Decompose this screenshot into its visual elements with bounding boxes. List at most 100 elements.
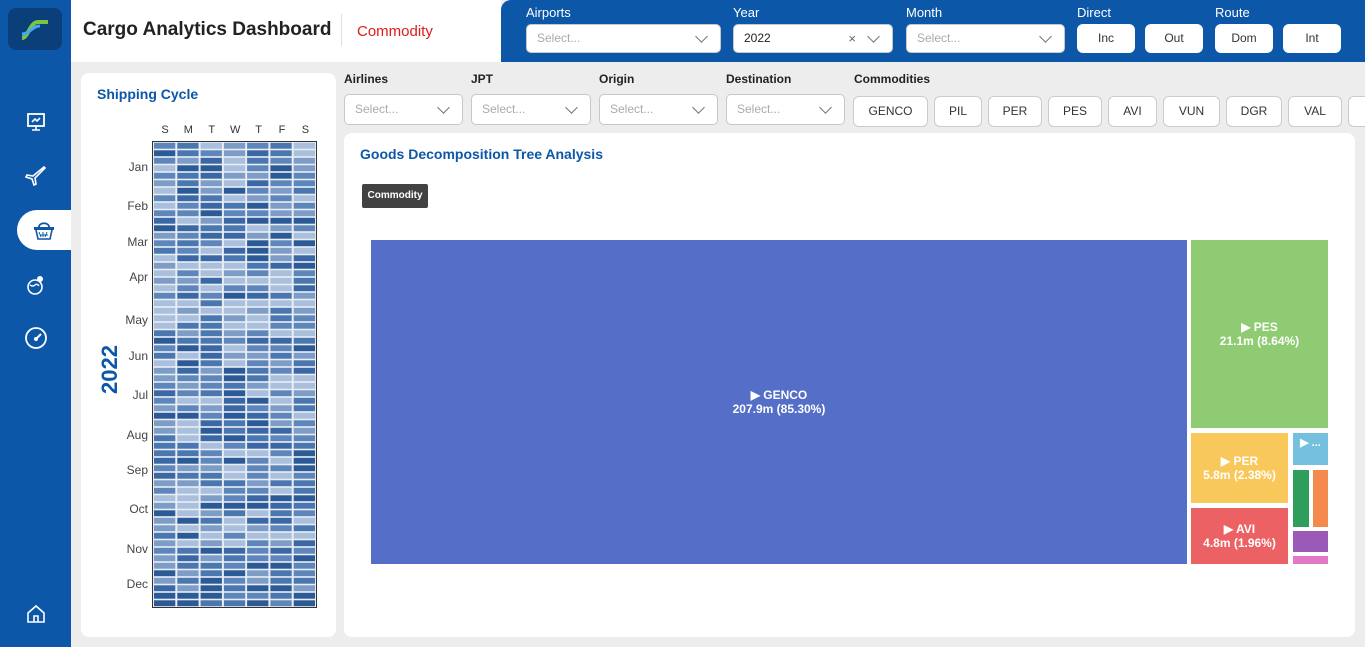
heatmap-cell[interactable] [270, 232, 292, 239]
treemap-tile-avi[interactable]: ▶ AVI 4.8m (1.96%) [1191, 508, 1288, 564]
heatmap-cell[interactable] [270, 412, 292, 419]
heatmap-cell[interactable] [154, 562, 176, 569]
heatmap-cell[interactable] [270, 255, 292, 262]
heatmap-cell[interactable] [200, 450, 222, 457]
heatmap-cell[interactable] [293, 217, 315, 224]
heatmap-cell[interactable] [247, 412, 269, 419]
heatmap-cell[interactable] [293, 502, 315, 509]
heatmap-cell[interactable] [247, 382, 269, 389]
heatmap-cell[interactable] [223, 510, 246, 517]
heatmap-cell[interactable] [247, 150, 269, 157]
heatmap-cell[interactable] [247, 502, 269, 509]
heatmap-cell[interactable] [270, 187, 292, 194]
heatmap-cell[interactable] [293, 337, 315, 344]
heatmap-cell[interactable] [270, 307, 292, 314]
heatmap-cell[interactable] [154, 592, 176, 599]
heatmap-cell[interactable] [200, 600, 222, 607]
heatmap-cell[interactable] [270, 315, 292, 322]
heatmap-cell[interactable] [154, 382, 176, 389]
heatmap-cell[interactable] [177, 277, 199, 284]
heatmap-cell[interactable] [270, 240, 292, 247]
heatmap-cell[interactable] [200, 495, 222, 502]
heatmap-cell[interactable] [247, 457, 269, 464]
heatmap-cell[interactable] [247, 330, 269, 337]
heatmap-cell[interactable] [154, 487, 176, 494]
heatmap-cell[interactable] [200, 457, 222, 464]
heatmap-cell[interactable] [177, 472, 199, 479]
heatmap-cell[interactable] [177, 142, 199, 149]
heatmap-cell[interactable] [154, 510, 176, 517]
heatmap-cell[interactable] [270, 217, 292, 224]
heatmap-cell[interactable] [223, 562, 246, 569]
heatmap-cell[interactable] [223, 262, 246, 269]
heatmap-cell[interactable] [177, 442, 199, 449]
heatmap-cell[interactable] [200, 555, 222, 562]
heatmap-cell[interactable] [223, 592, 246, 599]
heatmap-cell[interactable] [177, 457, 199, 464]
heatmap-cell[interactable] [154, 397, 176, 404]
heatmap-cell[interactable] [177, 330, 199, 337]
heatmap-cell[interactable] [293, 427, 315, 434]
heatmap-cell[interactable] [247, 292, 269, 299]
heatmap-cell[interactable] [270, 577, 292, 584]
heatmap-cell[interactable] [270, 525, 292, 532]
heatmap-cell[interactable] [154, 180, 176, 187]
heatmap-cell[interactable] [247, 510, 269, 517]
heatmap-cell[interactable] [154, 315, 176, 322]
heatmap-cell[interactable] [223, 217, 246, 224]
heatmap-cell[interactable] [154, 352, 176, 359]
heatmap-cell[interactable] [247, 172, 269, 179]
heatmap-cell[interactable] [200, 240, 222, 247]
heatmap-cell[interactable] [177, 390, 199, 397]
heatmap-cell[interactable] [293, 360, 315, 367]
heatmap-cell[interactable] [223, 255, 246, 262]
heatmap-cell[interactable] [247, 405, 269, 412]
route-dom-button[interactable]: Dom [1215, 24, 1273, 53]
gauge-icon[interactable] [0, 318, 71, 358]
heatmap-cell[interactable] [177, 367, 199, 374]
heatmap-cell[interactable] [293, 330, 315, 337]
heatmap-cell[interactable] [247, 435, 269, 442]
heatmap-cell[interactable] [177, 427, 199, 434]
heatmap-cell[interactable] [177, 247, 199, 254]
heatmap-cell[interactable] [154, 217, 176, 224]
heatmap-cell[interactable] [223, 540, 246, 547]
heatmap-cell[interactable] [177, 495, 199, 502]
heatmap-cell[interactable] [154, 570, 176, 577]
heatmap-cell[interactable] [154, 225, 176, 232]
heatmap-cell[interactable] [247, 555, 269, 562]
heatmap-cell[interactable] [223, 165, 246, 172]
heatmap-cell[interactable] [223, 570, 246, 577]
heatmap-cell[interactable] [223, 330, 246, 337]
heatmap-cell[interactable] [293, 562, 315, 569]
heatmap-cell[interactable] [247, 165, 269, 172]
heatmap-cell[interactable] [293, 600, 315, 607]
heatmap-cell[interactable] [270, 600, 292, 607]
heatmap-cell[interactable] [247, 495, 269, 502]
year-select[interactable]: 2022 × [733, 24, 893, 53]
heatmap-cell[interactable] [293, 397, 315, 404]
heatmap-cell[interactable] [177, 300, 199, 307]
heatmap-cell[interactable] [270, 457, 292, 464]
heatmap-cell[interactable] [154, 532, 176, 539]
heatmap-cell[interactable] [247, 210, 269, 217]
heatmap-cell[interactable] [177, 600, 199, 607]
heatmap-cell[interactable] [154, 345, 176, 352]
heatmap-cell[interactable] [270, 570, 292, 577]
heatmap-cell[interactable] [154, 390, 176, 397]
heatmap-cell[interactable] [247, 337, 269, 344]
heatmap-cell[interactable] [223, 315, 246, 322]
heatmap-cell[interactable] [154, 585, 176, 592]
heatmap-cell[interactable] [293, 345, 315, 352]
presentation-icon[interactable] [0, 102, 71, 142]
heatmap-cell[interactable] [154, 210, 176, 217]
treemap-tile-small-3[interactable] [1293, 531, 1328, 552]
heatmap-cell[interactable] [223, 600, 246, 607]
heatmap-cell[interactable] [200, 300, 222, 307]
heatmap-cell[interactable] [247, 180, 269, 187]
heatmap-cell[interactable] [177, 525, 199, 532]
heatmap-cell[interactable] [293, 180, 315, 187]
heatmap-cell[interactable] [154, 247, 176, 254]
heatmap-cell[interactable] [223, 322, 246, 329]
heatmap-cell[interactable] [154, 405, 176, 412]
